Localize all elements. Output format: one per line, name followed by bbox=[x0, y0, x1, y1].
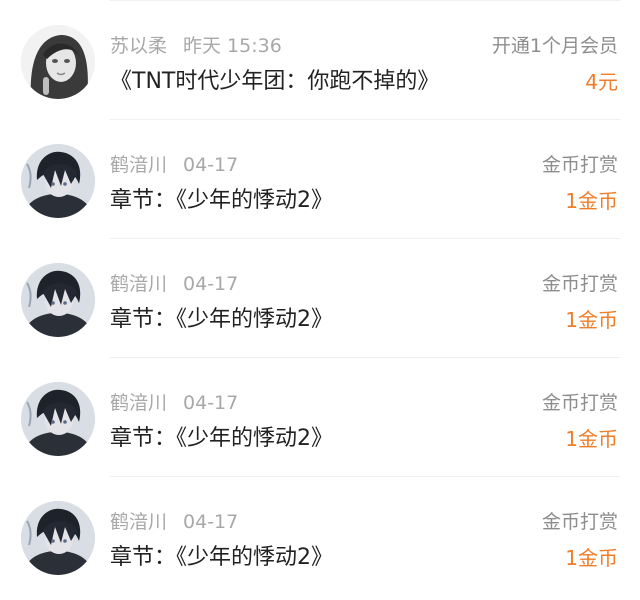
list-item[interactable]: 鹤湆川 04-17 金币打赏 章节：《少年的悸动2》 1金币 bbox=[0, 477, 640, 596]
list-item[interactable]: 鹤湆川 04-17 金币打赏 章节：《少年的悸动2》 1金币 bbox=[0, 120, 640, 239]
user-name[interactable]: 鹤湆川 bbox=[110, 154, 167, 176]
user-name[interactable]: 鹤湆川 bbox=[110, 273, 167, 295]
record-title[interactable]: 章节：《少年的悸动2》 bbox=[110, 422, 333, 456]
list-item[interactable]: 苏以柔 昨天 15:36 开通1个月会员 《TNT时代少年团：你跑不掉的》 4元 bbox=[0, 1, 640, 120]
anime-boy-avatar-icon bbox=[21, 144, 95, 218]
record-meta: 鹤湆川 04-17 bbox=[110, 269, 238, 299]
avatar[interactable] bbox=[21, 382, 95, 456]
record-type: 开通1个月会员 bbox=[491, 35, 618, 57]
record-meta: 鹤湆川 04-17 bbox=[110, 388, 238, 418]
record-amount: 1金币 bbox=[565, 308, 618, 332]
user-name[interactable]: 鹤湆川 bbox=[110, 392, 167, 414]
avatar[interactable] bbox=[21, 144, 95, 218]
list-item[interactable]: 鹤湆川 04-17 金币打赏 章节：《少年的悸动2》 1金币 bbox=[0, 239, 640, 358]
record-time: 04-17 bbox=[183, 273, 239, 295]
record-amount: 4元 bbox=[585, 70, 618, 94]
user-name[interactable]: 苏以柔 bbox=[110, 35, 167, 57]
anime-boy-avatar-icon bbox=[21, 382, 95, 456]
avatar[interactable] bbox=[21, 501, 95, 575]
list-item[interactable]: 鹤湆川 04-17 金币打赏 章节：《少年的悸动2》 1金币 bbox=[0, 358, 640, 477]
record-amount: 1金币 bbox=[565, 189, 618, 213]
record-type: 金币打赏 bbox=[541, 511, 618, 533]
record-amount: 1金币 bbox=[565, 427, 618, 451]
record-amount: 1金币 bbox=[565, 546, 618, 570]
record-meta: 苏以柔 昨天 15:36 bbox=[110, 31, 282, 61]
record-meta: 鹤湆川 04-17 bbox=[110, 150, 238, 180]
record-time: 昨天 15:36 bbox=[183, 35, 282, 57]
user-name[interactable]: 鹤湆川 bbox=[110, 511, 167, 533]
reward-record-list: 苏以柔 昨天 15:36 开通1个月会员 《TNT时代少年团：你跑不掉的》 4元 … bbox=[0, 0, 640, 600]
record-type: 金币打赏 bbox=[541, 392, 618, 414]
record-type: 金币打赏 bbox=[541, 273, 618, 295]
record-title[interactable]: 章节：《少年的悸动2》 bbox=[110, 303, 333, 337]
avatar[interactable] bbox=[21, 25, 95, 99]
record-title[interactable]: 《TNT时代少年团：你跑不掉的》 bbox=[110, 65, 439, 99]
record-type: 金币打赏 bbox=[541, 154, 618, 176]
record-time: 04-17 bbox=[183, 154, 239, 176]
record-title[interactable]: 章节：《少年的悸动2》 bbox=[110, 541, 333, 575]
anime-boy-avatar-icon bbox=[21, 501, 95, 575]
grayscale-girl-avatar-icon bbox=[21, 25, 95, 99]
record-meta: 鹤湆川 04-17 bbox=[110, 507, 238, 537]
record-title[interactable]: 章节：《少年的悸动2》 bbox=[110, 184, 333, 218]
record-time: 04-17 bbox=[183, 392, 239, 414]
record-time: 04-17 bbox=[183, 511, 239, 533]
anime-boy-avatar-icon bbox=[21, 263, 95, 337]
avatar[interactable] bbox=[21, 263, 95, 337]
